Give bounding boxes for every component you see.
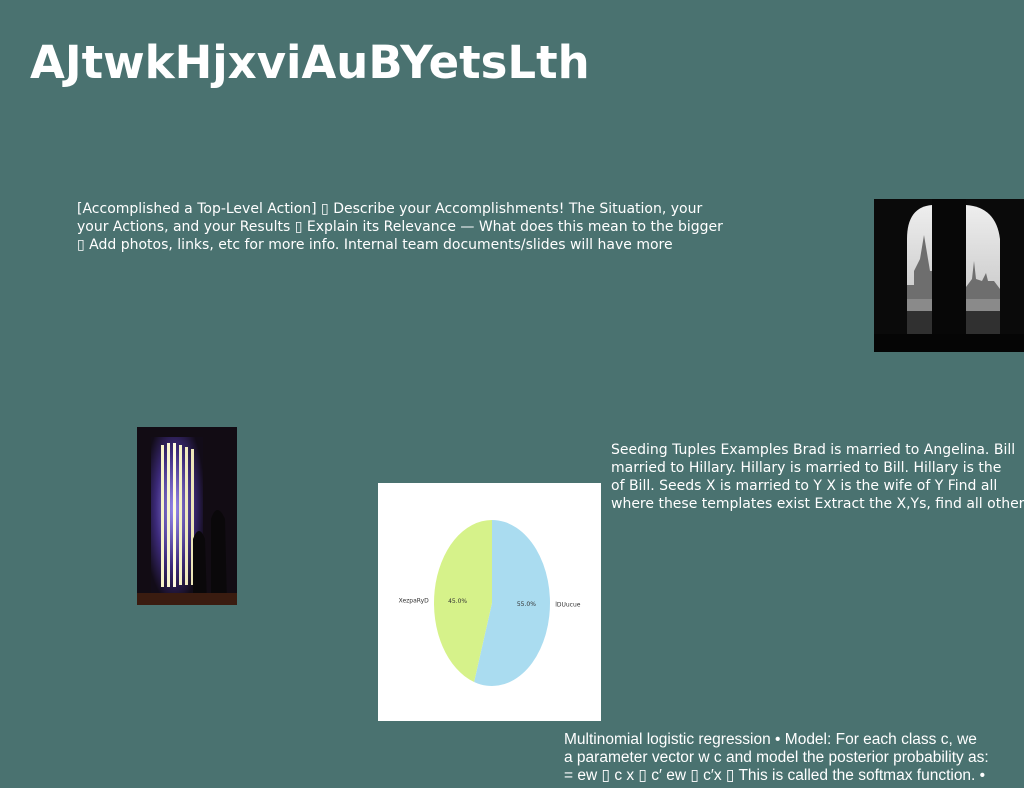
text-line: where these templates exist Extract the … <box>611 496 1024 512</box>
pie-pct-label: 45.0% <box>448 598 467 605</box>
window-view-photo <box>874 199 1024 352</box>
text-line: your Actions, and your Results ▯ Explain… <box>77 219 723 235</box>
slide-title: AJtwkHjxviAuBYetsLth <box>30 36 590 89</box>
text-line: = ew ▯ c x ▯ c′ ew ▯ c′x ▯ This is calle… <box>564 767 986 784</box>
pie-chart-svg: 55.0% 45.0% lDUucue XezpaRyD <box>399 520 581 686</box>
text-line: a parameter vector w c and model the pos… <box>564 749 989 766</box>
text-line: Seeding Tuples Examples Brad is married … <box>611 442 1016 458</box>
logistic-regression-text-block: Multinomial logistic regression • Model:… <box>564 731 1024 785</box>
pie-category-label: lDUucue <box>555 602 581 609</box>
text-line: Multinomial logistic regression • Model:… <box>564 731 977 748</box>
text-line: [Accomplished a Top-Level Action] ▯ Desc… <box>77 201 703 217</box>
text-line: of Bill. Seeds X is married to Y X is th… <box>611 478 998 494</box>
light-installation-photo <box>137 427 237 605</box>
pie-category-label: XezpaRyD <box>399 597 430 604</box>
seeding-tuples-text-block: Seeding Tuples Examples Brad is married … <box>611 441 1024 513</box>
text-line: married to Hillary. Hillary is married t… <box>611 460 1002 476</box>
pie-pct-label: 55.0% <box>517 601 536 608</box>
text-line: ▯ Add photos, links, etc for more info. … <box>77 237 673 253</box>
accomplishment-text-block: [Accomplished a Top-Level Action] ▯ Desc… <box>77 200 767 254</box>
pie-chart: 55.0% 45.0% lDUucue XezpaRyD <box>378 483 601 721</box>
